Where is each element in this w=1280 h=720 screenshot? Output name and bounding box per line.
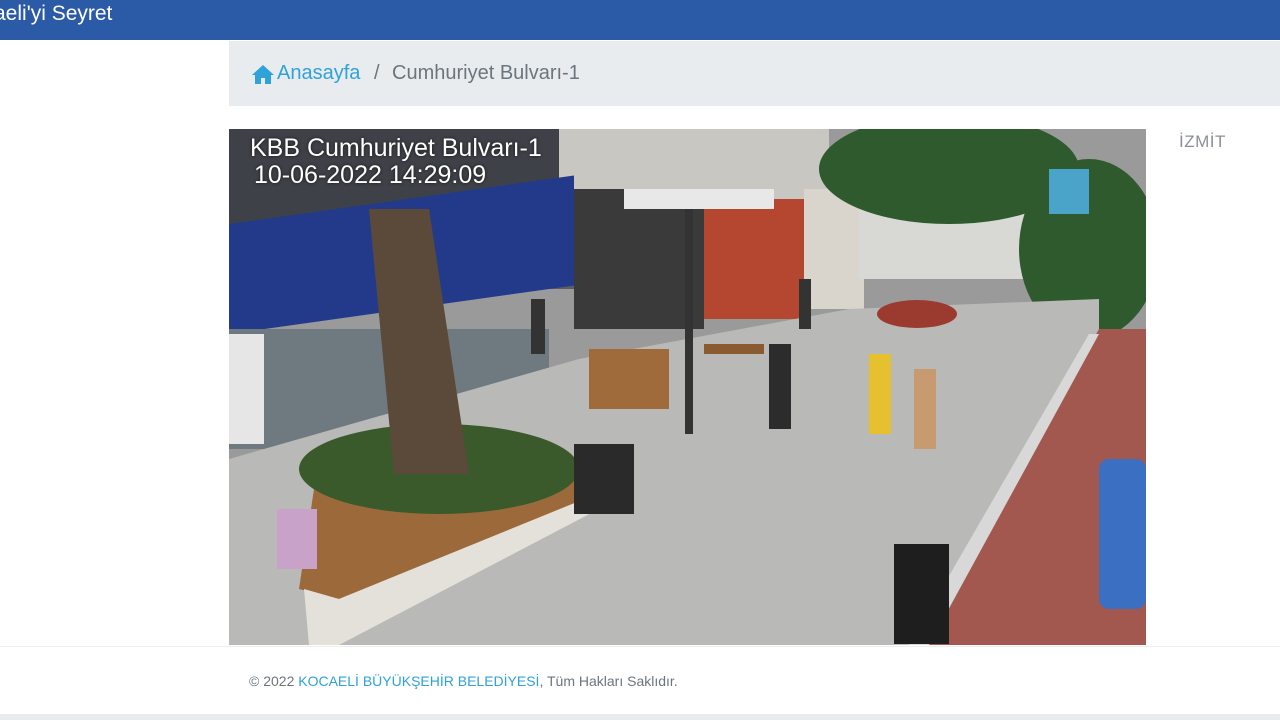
copyright-prefix: © 2022 bbox=[249, 673, 295, 689]
org-link[interactable]: KOCAELİ BÜYÜKŞEHİR BELEDİYESİ bbox=[298, 673, 539, 689]
district-label[interactable]: İZMİT bbox=[1179, 132, 1226, 152]
bottom-strip bbox=[0, 714, 1280, 720]
footer: © 2022 KOCAELİ BÜYÜKŞEHİR BELEDİYESİ, Tü… bbox=[0, 646, 1280, 715]
camera-overlay-timestamp: 10-06-2022 14:29:09 bbox=[254, 161, 487, 189]
camera-scene bbox=[229, 129, 1146, 645]
breadcrumb: Anasayfa / Cumhuriyet Bulvarı-1 bbox=[229, 41, 1280, 106]
breadcrumb-home-link[interactable]: Anasayfa bbox=[251, 62, 360, 85]
camera-overlay-title: KBB Cumhuriyet Bulvarı-1 bbox=[250, 134, 542, 162]
top-navbar: aeli'yi Seyret bbox=[0, 0, 1280, 40]
breadcrumb-current: Cumhuriyet Bulvarı-1 bbox=[392, 62, 580, 84]
footer-copyright: © 2022 KOCAELİ BÜYÜKŞEHİR BELEDİYESİ, Tü… bbox=[249, 673, 678, 689]
site-title[interactable]: aeli'yi Seyret bbox=[0, 2, 112, 26]
camera-stream[interactable]: KBB Cumhuriyet Bulvarı-1 10-06-2022 14:2… bbox=[229, 129, 1146, 645]
home-icon bbox=[252, 64, 274, 84]
rights-suffix: , Tüm Hakları Saklıdır. bbox=[539, 673, 678, 689]
breadcrumb-home-label: Anasayfa bbox=[277, 62, 361, 84]
breadcrumb-separator: / bbox=[374, 62, 380, 84]
